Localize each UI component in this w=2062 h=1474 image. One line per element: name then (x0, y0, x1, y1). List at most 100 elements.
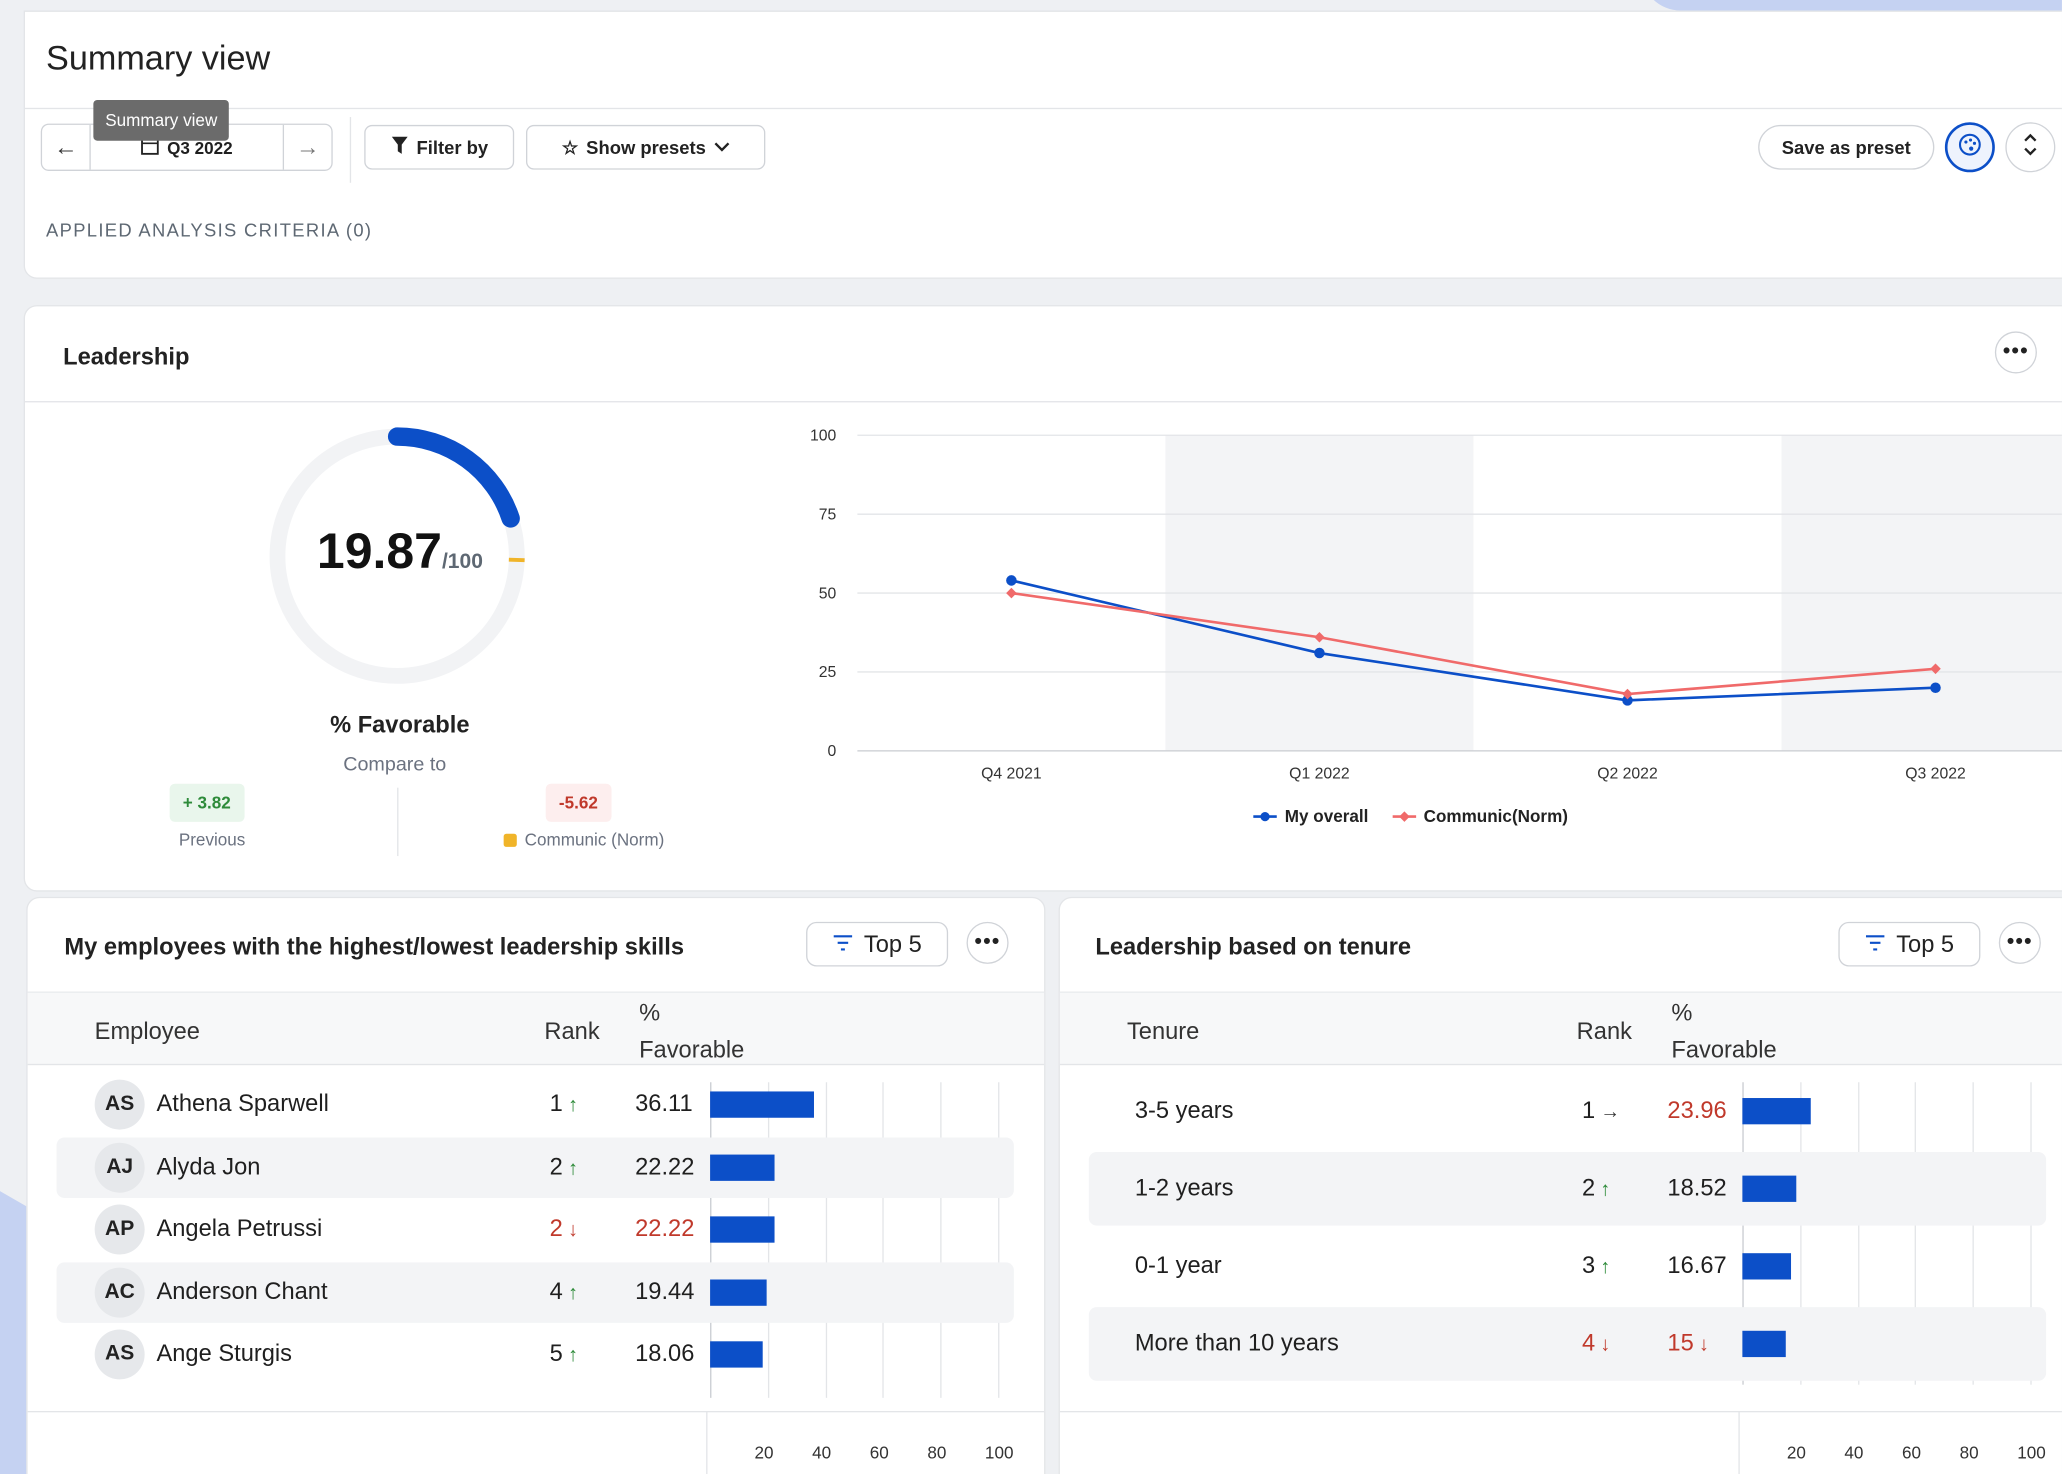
y-tick-label: 25 (819, 664, 837, 681)
x-tick-label: 20 (1786, 1442, 1806, 1463)
row-favorable: 18.52 (1667, 1174, 1726, 1202)
x-tick-label: 100 (984, 1442, 1014, 1463)
favorable-value: 23.96 (1667, 1096, 1727, 1124)
theme-palette-button[interactable] (1944, 122, 1995, 173)
top5-label: Top 5 (1896, 930, 1955, 957)
rank-value: 5 (549, 1339, 563, 1367)
rank-value: 2 (549, 1215, 563, 1242)
row-name: 3-5 years (1134, 1096, 1234, 1124)
row-favorable: 16.67 (1667, 1252, 1726, 1280)
favorable-bar[interactable] (710, 1278, 767, 1306)
row-favorable: 23.96 (1667, 1097, 1726, 1125)
data-point[interactable] (1314, 647, 1325, 659)
favorable-value: 18.52 (1667, 1174, 1727, 1201)
previous-period-button[interactable]: ← (42, 125, 89, 170)
avatar-initials: AJ (106, 1155, 134, 1178)
save-as-preset-button[interactable]: Save as preset (1758, 124, 1935, 170)
avatar-initials: AC (104, 1280, 135, 1303)
table-row[interactable]: 0-1 year 3 ↑ 16.67 (1089, 1230, 2046, 1304)
x-tick-label: Q4 2021 (981, 765, 1041, 782)
expand-collapse-button[interactable] (2005, 122, 2056, 173)
table-row[interactable]: More than 10 years 4 ↓ 15 ↓ (1088, 1307, 2047, 1381)
favorable-bar[interactable] (1742, 1253, 1791, 1280)
favorable-bar[interactable] (710, 1341, 763, 1368)
leadership-title: Leadership (63, 343, 190, 370)
show-presets-button[interactable]: ☆ Show presets (526, 124, 766, 170)
y-tick-label: 50 (819, 585, 837, 602)
trend-down-icon: ↓ (1600, 1333, 1611, 1356)
score-denominator: /100 (441, 550, 483, 574)
x-tick-label: 60 (869, 1442, 889, 1463)
row-rank: 2 ↓ (550, 1215, 578, 1243)
norm-compare: Communic (Norm) (503, 830, 664, 849)
favorable-bar[interactable] (1742, 1330, 1786, 1358)
score-value: 19.87 (316, 524, 442, 580)
tenure-card: Leadership based on tenure Top 5 ••• Ten… (1058, 896, 2062, 1474)
rank-value: 4 (1581, 1329, 1596, 1356)
data-point[interactable] (1930, 682, 1941, 694)
table-row[interactable]: AS Ange Sturgis 5 ↑ 18.06 (57, 1324, 1014, 1384)
column-rank: Rank (544, 1017, 600, 1045)
x-tick-label: 80 (1959, 1442, 1979, 1463)
employees-top5-filter[interactable]: Top 5 (806, 921, 949, 967)
favorable-score: 19.87/100 (317, 525, 483, 582)
legend-item-norm[interactable]: Communic(Norm) (1392, 806, 1568, 826)
norm-delta-badge: -5.62 (545, 783, 612, 822)
legend-item-my-overall[interactable]: My overall (1253, 806, 1368, 826)
leadership-more-button[interactable]: ••• (1994, 331, 2037, 374)
trend-up-icon: ↑ (568, 1281, 578, 1304)
show-presets-label: Show presets (586, 136, 706, 158)
more-options-icon: ••• (974, 931, 1001, 954)
x-tick-label: 40 (812, 1442, 832, 1463)
avatar: AC (94, 1267, 145, 1317)
employees-more-button[interactable]: ••• (966, 921, 1009, 964)
data-point[interactable] (1006, 575, 1017, 586)
applied-criteria-label: APPLIED ANALYSIS CRITERIA (0) (46, 219, 373, 241)
tenure-more-button[interactable]: ••• (1998, 921, 2041, 964)
row-name: More than 10 years (1134, 1329, 1339, 1356)
x-tick-label: Q3 2022 (1905, 765, 1965, 782)
header-card: Summary view ← Q3 2022 → Summary view Fi… (23, 10, 2062, 279)
row-favorable: 18.06 (635, 1340, 694, 1368)
row-name: Angela Petrussi (156, 1215, 323, 1242)
leadership-divider (24, 401, 2062, 403)
trend-up-icon: ↑ (1600, 1178, 1611, 1201)
favorable-bar[interactable] (710, 1091, 815, 1118)
x-tick-label: 80 (927, 1442, 947, 1463)
favorable-bar[interactable] (1742, 1175, 1796, 1202)
summary-view-tooltip: Summary view (93, 99, 230, 141)
table-row[interactable]: 3-5 years 1 → 23.96 (1089, 1074, 2046, 1148)
table-row[interactable]: AC Anderson Chant 4 ↑ 19.44 (56, 1261, 1014, 1323)
favorable-value: 19.44 (635, 1277, 695, 1304)
table-row[interactable]: AS Athena Sparwell 1 ↑ 36.11 (57, 1074, 1014, 1134)
arrow-left-icon: ← (53, 133, 78, 160)
employees-table-header: Employee Rank % Favorable (27, 991, 1045, 1066)
arrow-right-icon: → (295, 133, 320, 160)
row-favorable: 22.22 (635, 1215, 694, 1243)
table-row[interactable]: 1-2 years 2 ↑ 18.52 (1088, 1151, 2047, 1226)
x-tick-label: 60 (1902, 1442, 1922, 1463)
leadership-card: Leadership ••• 19.87/100 % Favorable Com… (23, 305, 2062, 892)
table-row[interactable]: AJ Alyda Jon 2 ↑ 22.22 (56, 1136, 1014, 1198)
row-favorable: 22.22 (635, 1153, 694, 1181)
trend-down-icon: ↓ (568, 1219, 578, 1242)
favorable-value: 15 (1667, 1329, 1694, 1356)
row-name: Alyda Jon (156, 1152, 261, 1179)
rank-value: 4 (549, 1277, 563, 1304)
table-row[interactable]: AP Angela Petrussi 2 ↓ 22.22 (57, 1199, 1014, 1259)
favorable-bar[interactable] (710, 1153, 775, 1181)
filter-lines-icon (832, 930, 853, 958)
x-tick-label: 20 (754, 1442, 774, 1463)
filter-by-button[interactable]: Filter by (364, 124, 515, 170)
x-tick-label: Q2 2022 (1597, 765, 1657, 782)
save-as-preset-label: Save as preset (1781, 136, 1911, 158)
y-tick-label: 75 (819, 506, 837, 523)
data-point[interactable] (1006, 587, 1017, 599)
favorable-bar[interactable] (710, 1216, 775, 1243)
next-period-button[interactable]: → (284, 125, 331, 170)
favorable-label: % Favorable (330, 711, 470, 738)
filter-by-label: Filter by (416, 136, 489, 158)
tenure-top5-filter[interactable]: Top 5 (1838, 921, 1981, 967)
compare-divider (397, 787, 399, 857)
favorable-bar[interactable] (1742, 1098, 1812, 1125)
